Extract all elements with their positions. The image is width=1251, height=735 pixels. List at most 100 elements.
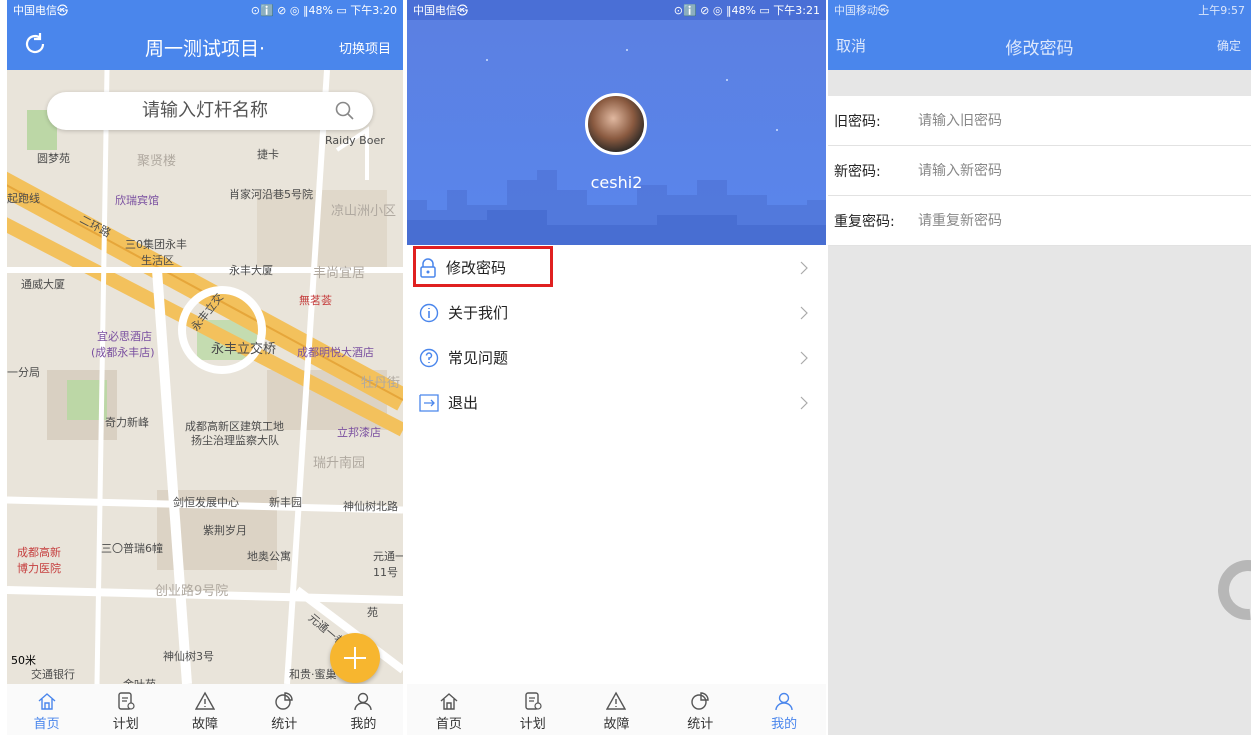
- map-label: 三〇普瑞6幢: [101, 542, 163, 555]
- home-icon: [440, 693, 458, 710]
- map-label: 永丰大厦: [229, 264, 273, 277]
- map-label: 地奥公寓: [247, 550, 291, 563]
- tab-stats[interactable]: 统计: [245, 684, 324, 735]
- menu-item-about-us[interactable]: 关于我们: [407, 290, 826, 335]
- old-password-row: 旧密码:: [828, 96, 1251, 146]
- menu-item-change-password[interactable]: 修改密码: [407, 245, 826, 290]
- search-bar[interactable]: [47, 92, 373, 130]
- highlight-box: [413, 246, 553, 287]
- map-label: 一分局: [7, 366, 40, 379]
- map-label: 紫荆岁月: [203, 524, 247, 537]
- user-icon: [354, 692, 373, 711]
- menu-item-faq[interactable]: 常见问题: [407, 335, 826, 380]
- tab-home[interactable]: 首页: [407, 684, 491, 735]
- tab-plan[interactable]: 计划: [491, 684, 575, 735]
- carrier-label: 中国电信㉿: [13, 4, 68, 17]
- repeat-password-row: 重复密码:: [828, 196, 1251, 246]
- tab-label: 首页: [33, 717, 60, 732]
- map-label: 神仙树北路: [343, 500, 398, 513]
- field-label: 新密码:: [834, 163, 881, 180]
- tab-label: 我的: [350, 717, 377, 732]
- pie-chart-icon: [691, 692, 709, 710]
- map-label: 起跑线: [7, 192, 40, 205]
- home-icon: [38, 693, 56, 710]
- plan-icon: [524, 692, 542, 710]
- bottom-tab-bar: 首页 计划 故障 统计 我的: [7, 684, 403, 735]
- tab-mine[interactable]: 我的: [742, 684, 826, 735]
- map-label: 苑: [367, 606, 378, 619]
- profile-menu: 修改密码 关于我们 常见问题 退出: [407, 245, 826, 425]
- new-password-field[interactable]: [918, 162, 1178, 179]
- field-label: 旧密码:: [834, 113, 881, 130]
- tab-label: 故障: [603, 717, 630, 732]
- map-label: (成都永丰店): [91, 346, 155, 359]
- username: ceshi2: [590, 173, 643, 192]
- search-icon[interactable]: [335, 101, 355, 121]
- tab-plan[interactable]: 计划: [86, 684, 165, 735]
- map-label: 神仙树3号: [163, 650, 214, 663]
- new-password-row: 新密码:: [828, 146, 1251, 196]
- old-password-field[interactable]: [918, 112, 1178, 129]
- status-indicators: 上午9:57: [1198, 4, 1245, 17]
- status-indicators: ⊙ℹ️ ⊘ ◎ ‖48% ▭ 下午3:21: [673, 4, 820, 17]
- loading-spinner-icon: [1205, 547, 1251, 633]
- pie-chart-icon: [275, 692, 293, 710]
- tab-fault[interactable]: 故障: [165, 684, 244, 735]
- map-scale: 50米: [11, 654, 36, 667]
- tab-label: 统计: [271, 717, 298, 732]
- map-label: 元通一: [373, 550, 403, 563]
- status-bar: 中国电信㉿ ⊙ℹ️ ⊘ ◎ ‖48% ▭ 下午3:21: [407, 0, 826, 20]
- search-input[interactable]: [142, 100, 322, 121]
- map-label: 三0集团永丰: [125, 238, 187, 251]
- chevron-right-icon: [800, 306, 808, 320]
- carrier-label: 中国电信㉿: [413, 4, 468, 17]
- chevron-right-icon: [800, 351, 808, 365]
- map-label: 瑞升南园: [313, 456, 366, 471]
- map-label: 成都高新: [17, 546, 61, 559]
- tab-stats[interactable]: 统计: [658, 684, 742, 735]
- tab-label: 故障: [192, 717, 219, 732]
- status-indicators: ⊙ℹ️ ⊘ ◎ ‖48% ▭ 下午3:20: [250, 4, 397, 17]
- map-label: 通威大厦: [21, 278, 65, 291]
- warning-icon: [606, 691, 627, 710]
- app-header: 周一测试项目· 切换项目: [7, 20, 403, 70]
- tab-label: 统计: [687, 717, 714, 732]
- switch-project-button[interactable]: 切换项目: [339, 38, 391, 57]
- change-password-screen: 中国移动㉿ 上午9:57 取消 修改密码 确定 旧密码: 新密码: 重复密码:: [828, 0, 1251, 735]
- map-label: 博力医院: [17, 562, 61, 575]
- map-label: 無茗荟: [299, 294, 332, 307]
- map-label: 凉山洲小区: [331, 204, 397, 219]
- avatar[interactable]: [585, 93, 647, 155]
- status-bar: 中国移动㉿ 上午9:57: [828, 0, 1251, 20]
- menu-item-logout[interactable]: 退出: [407, 380, 826, 425]
- map-label: 生活区: [141, 254, 174, 267]
- profile-header: ceshi2: [407, 20, 826, 245]
- page-title: 修改密码: [1005, 39, 1074, 59]
- map-label: 交通银行: [31, 668, 75, 681]
- map-label: 扬尘治理监察大队: [191, 434, 279, 447]
- map-label: 剑恒发展中心: [173, 496, 239, 509]
- tab-label: 计划: [519, 717, 546, 732]
- tab-fault[interactable]: 故障: [575, 684, 659, 735]
- tab-home[interactable]: 首页: [7, 684, 86, 735]
- tab-label: 计划: [112, 717, 139, 732]
- chevron-right-icon: [800, 261, 808, 275]
- map-label: 成都明悦大酒店: [297, 346, 374, 359]
- map-view[interactable]: 圆梦苑 聚贤楼 捷卡 Raidy Boer 起跑线 欣瑞宾馆 肖家河沿巷5号院 …: [7, 70, 403, 684]
- bottom-tab-bar: 首页 计划 故障 统计 我的: [407, 684, 826, 735]
- map-label: Raidy Boer: [325, 134, 385, 147]
- repeat-password-field[interactable]: [918, 212, 1178, 229]
- map-label: 和贵·蜜巢: [289, 668, 337, 681]
- warning-icon: [195, 691, 215, 710]
- tab-label: 首页: [435, 717, 462, 732]
- map-label: 聚贤楼: [137, 154, 177, 169]
- confirm-button[interactable]: 确定: [1217, 37, 1241, 54]
- map-label: 肖家河沿巷5号院: [229, 188, 313, 201]
- map-label: 宜必思酒店: [97, 330, 152, 343]
- add-button[interactable]: [330, 633, 380, 683]
- map-label: 圆梦苑: [37, 152, 70, 165]
- tab-mine[interactable]: 我的: [324, 684, 403, 735]
- tab-label: 我的: [771, 717, 798, 732]
- field-label: 重复密码:: [834, 213, 895, 230]
- map-label: 欣瑞宾馆: [115, 194, 159, 207]
